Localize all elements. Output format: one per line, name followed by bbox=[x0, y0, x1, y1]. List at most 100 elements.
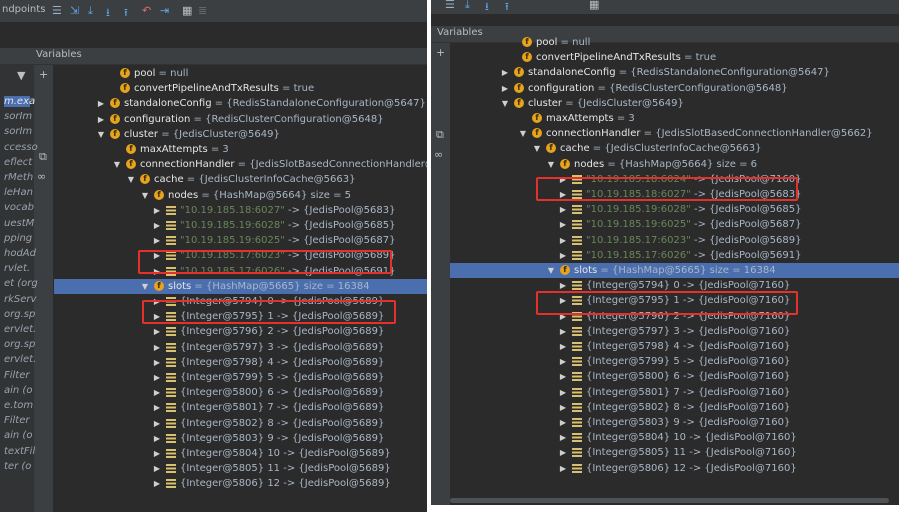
expand-arrow-icon[interactable]: ▶ bbox=[152, 431, 162, 446]
expand-arrow-icon[interactable]: ▶ bbox=[152, 218, 162, 233]
add-watch-icon[interactable]: + bbox=[39, 68, 48, 81]
frame-label[interactable]: org.sp bbox=[4, 339, 35, 350]
tree-row[interactable]: ▶ {Integer@5798} 4 -> {JedisPool@5689} bbox=[54, 355, 427, 370]
expand-arrow-icon[interactable]: ▶ bbox=[152, 370, 162, 385]
expand-arrow-icon[interactable]: ▶ bbox=[96, 96, 106, 111]
expand-arrow-icon[interactable]: ▶ bbox=[558, 430, 568, 445]
tree-row[interactable]: ▶ {Integer@5798} 4 -> {JedisPool@7160} bbox=[450, 339, 899, 354]
expand-arrow-icon[interactable]: ▶ bbox=[558, 369, 568, 384]
expand-arrow-icon[interactable]: ▶ bbox=[558, 415, 568, 430]
tree-row[interactable]: ▶ f standaloneConfig = {RedisStandaloneCon… bbox=[54, 96, 427, 111]
expand-arrow-icon[interactable]: ▶ bbox=[500, 65, 510, 80]
frame-label[interactable]: eflect bbox=[4, 157, 32, 168]
tree-row[interactable]: f pool = null bbox=[54, 66, 427, 81]
expand-arrow-icon[interactable]: ▶ bbox=[558, 354, 568, 369]
expand-arrow-icon[interactable]: ▶ bbox=[152, 324, 162, 339]
frame-label[interactable]: ccesso bbox=[4, 142, 38, 153]
tree-row[interactable]: ▶ {Integer@5799} 5 -> {JedisPool@7160} bbox=[450, 354, 899, 369]
tree-row[interactable]: ▶ {Integer@5803} 9 -> {JedisPool@5689} bbox=[54, 431, 427, 446]
tree-row[interactable]: ▶ {Integer@5802} 8 -> {JedisPool@7160} bbox=[450, 400, 899, 415]
tree-row[interactable]: ▶ {Integer@5806} 12 -> {JedisPool@5689} bbox=[54, 476, 427, 491]
collapse-arrow-icon[interactable]: ▼ bbox=[96, 127, 106, 142]
expand-arrow-icon[interactable]: ▶ bbox=[558, 445, 568, 460]
tree-row[interactable]: ▼ f connectionHandler = {JedisSlotBasedCon… bbox=[54, 157, 427, 172]
tree-row[interactable]: ▶ {Integer@5802} 8 -> {JedisPool@5689} bbox=[54, 416, 427, 431]
tree-row[interactable]: ▶ {Integer@5805} 11 -> {JedisPool@7160} bbox=[450, 445, 899, 460]
frame-label[interactable]: hodAd bbox=[4, 248, 36, 259]
collapse-arrow-icon[interactable]: ▼ bbox=[140, 279, 150, 294]
tree-row[interactable]: ▶ {Integer@5799} 5 -> {JedisPool@5689} bbox=[54, 370, 427, 385]
frame-label[interactable]: textFil bbox=[4, 446, 35, 457]
tree-row[interactable]: f convertPipelineAndTxResults = true bbox=[450, 50, 899, 65]
tree-row[interactable]: ▶ "10.19.185.19:6028" -> {JedisPool@5685} bbox=[450, 202, 899, 217]
tree-row[interactable]: ▶ "10.19.185.19:6028" -> {JedisPool@5685} bbox=[54, 218, 427, 233]
collapse-arrow-icon[interactable]: ▼ bbox=[112, 157, 122, 172]
frame-label[interactable]: sorIm bbox=[4, 111, 32, 122]
expand-arrow-icon[interactable]: ▶ bbox=[152, 416, 162, 431]
tree-row[interactable]: ▼ f nodes = {HashMap@5664} size = 5 bbox=[54, 188, 427, 203]
frame-label[interactable]: Filter bbox=[4, 370, 30, 381]
tree-row[interactable]: ▼ f slots = {HashMap@5665} size = 16384 bbox=[450, 263, 899, 278]
breakpoints-tab-label[interactable]: ndpoints bbox=[2, 4, 45, 15]
collapse-arrow-icon[interactable]: ▼ bbox=[546, 157, 556, 172]
horizontal-scrollbar[interactable] bbox=[450, 498, 889, 503]
frame-label[interactable]: ain (o bbox=[4, 385, 32, 396]
expand-arrow-icon[interactable]: ▶ bbox=[558, 400, 568, 415]
collapse-arrow-icon[interactable]: ▼ bbox=[532, 141, 542, 156]
frame-label[interactable]: org.sp bbox=[4, 309, 35, 320]
tree-row[interactable]: ▼ f slots = {HashMap@5665} size = 16384 bbox=[54, 278, 427, 294]
frame-label[interactable]: ter (o bbox=[4, 461, 31, 472]
tree-row[interactable]: ▶ f configuration = {RedisClusterConfigura… bbox=[450, 81, 899, 96]
watches-icon[interactable]: ∞ bbox=[434, 148, 443, 161]
expand-arrow-icon[interactable]: ▶ bbox=[152, 355, 162, 370]
tree-row[interactable]: ▶ {Integer@5800} 6 -> {JedisPool@5689} bbox=[54, 385, 427, 400]
tree-row[interactable]: ▶ f configuration = {RedisClusterConfigura… bbox=[54, 112, 427, 127]
expand-arrow-icon[interactable]: ▶ bbox=[152, 340, 162, 355]
frame-label[interactable]: uestM bbox=[4, 218, 34, 229]
expand-arrow-icon[interactable]: ▶ bbox=[558, 233, 568, 248]
copy-icon[interactable]: ⧉ bbox=[39, 150, 47, 164]
expand-arrow-icon[interactable]: ▶ bbox=[558, 461, 568, 476]
tree-row[interactable]: f maxAttempts = 3 bbox=[450, 111, 899, 126]
add-watch-icon[interactable]: + bbox=[436, 46, 445, 59]
frame-label[interactable]: rMeth bbox=[4, 172, 33, 183]
tree-row[interactable]: ▼ f cluster = {JedisCluster@5649} bbox=[54, 127, 427, 142]
tree-row[interactable]: ▶ {Integer@5796} 2 -> {JedisPool@5689} bbox=[54, 324, 427, 339]
tree-row[interactable]: ▶ "10.19.185.18:6027" -> {JedisPool@5683} bbox=[54, 203, 427, 218]
tree-row[interactable]: ▶ {Integer@5801} 7 -> {JedisPool@7160} bbox=[450, 385, 899, 400]
tree-row[interactable]: ▶ {Integer@5805} 11 -> {JedisPool@5689} bbox=[54, 461, 427, 476]
expand-arrow-icon[interactable]: ▶ bbox=[152, 203, 162, 218]
expand-arrow-icon[interactable]: ▶ bbox=[152, 461, 162, 476]
tree-row[interactable]: ▼ f connectionHandler = {JedisSlotBasedCon… bbox=[450, 126, 899, 141]
expand-arrow-icon[interactable]: ▶ bbox=[558, 248, 568, 263]
tree-row[interactable]: ▶ {Integer@5803} 9 -> {JedisPool@7160} bbox=[450, 415, 899, 430]
tree-row[interactable]: ▼ f cache = {JedisClusterInfoCache@5663} bbox=[54, 172, 427, 187]
collapse-arrow-icon[interactable]: ▼ bbox=[500, 96, 510, 111]
expand-arrow-icon[interactable]: ▶ bbox=[558, 339, 568, 354]
filter-icon[interactable]: ▼ bbox=[17, 69, 25, 82]
frame-label[interactable]: ervlet. bbox=[4, 354, 36, 365]
tree-row[interactable]: ▼ f cluster = {JedisCluster@5649} bbox=[450, 96, 899, 111]
frame-label[interactable]: et (org bbox=[4, 278, 38, 289]
expand-arrow-icon[interactable]: ▶ bbox=[500, 81, 510, 96]
frame-label[interactable]: e.tom bbox=[4, 400, 33, 411]
tree-row[interactable]: ▼ f nodes = {HashMap@5664} size = 6 bbox=[450, 157, 899, 172]
expand-arrow-icon[interactable]: ▶ bbox=[558, 202, 568, 217]
expand-arrow-icon[interactable]: ▶ bbox=[152, 476, 162, 491]
frame-label[interactable]: pping bbox=[4, 233, 32, 244]
frame-label[interactable]: Filter bbox=[4, 415, 30, 426]
collapse-arrow-icon[interactable]: ▼ bbox=[126, 172, 136, 187]
tree-row[interactable]: ▶ {Integer@5804} 10 -> {JedisPool@7160} bbox=[450, 430, 899, 445]
tree-row[interactable]: ▶ "10.19.185.17:6023" -> {JedisPool@5689} bbox=[450, 233, 899, 248]
expand-arrow-icon[interactable]: ▶ bbox=[96, 112, 106, 127]
watches-icon[interactable]: ∞ bbox=[37, 170, 46, 183]
tree-row[interactable]: f pool = null bbox=[450, 35, 899, 50]
expand-arrow-icon[interactable]: ▶ bbox=[558, 324, 568, 339]
tree-row[interactable]: ▶ f standaloneConfig = {RedisStandaloneCon… bbox=[450, 65, 899, 80]
tree-row[interactable]: ▶ "10.19.185.17:6026" -> {JedisPool@5691} bbox=[450, 248, 899, 263]
expand-arrow-icon[interactable]: ▶ bbox=[152, 446, 162, 461]
collapse-arrow-icon[interactable]: ▼ bbox=[518, 126, 528, 141]
frame-label[interactable]: m.exa bbox=[4, 96, 35, 107]
frame-label[interactable]: sorIm bbox=[4, 126, 32, 137]
frame-label[interactable]: leHan bbox=[4, 187, 33, 198]
